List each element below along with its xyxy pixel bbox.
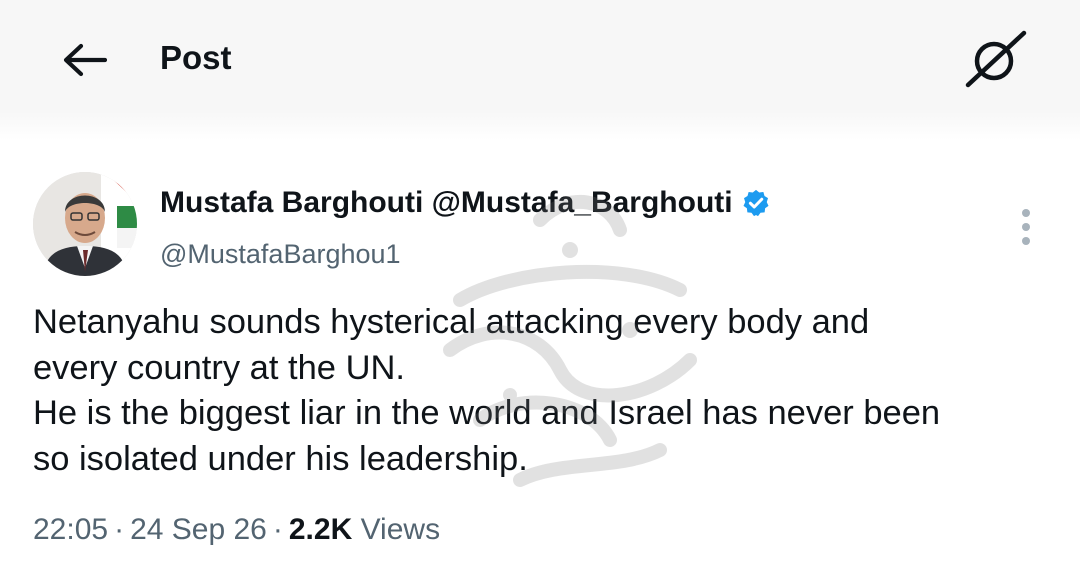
author-name[interactable]: Mustafa Barghouti @Mustafa_Barghouti — [160, 183, 771, 223]
tweet-text-line: He is the biggest liar in the world and … — [33, 394, 941, 432]
author-handle[interactable]: @MustafaBarghou1 — [160, 236, 401, 272]
page-title: Post — [160, 39, 232, 76]
views-count[interactable]: 2.2K — [289, 513, 352, 546]
tweet-text: Netanyahu sounds hysterical attacking ev… — [33, 300, 1053, 482]
more-vertical-icon — [1022, 209, 1030, 245]
avatar-photo — [33, 172, 137, 276]
views-label: Views — [360, 513, 441, 546]
separator-dot: · — [114, 513, 125, 546]
avatar[interactable] — [33, 172, 137, 276]
back-button[interactable] — [58, 38, 110, 82]
grok-icon — [965, 30, 1027, 88]
verified-badge-icon — [741, 188, 771, 218]
tweet-text-line: Netanyahu sounds hysterical attacking ev… — [33, 303, 870, 341]
tweet-text-line: so isolated under his leadership. — [33, 439, 528, 478]
more-options-button[interactable] — [1006, 203, 1046, 251]
top-bar: Post — [0, 0, 1080, 140]
tweet-text-line: every country at the UN. — [33, 348, 405, 387]
author-display-name[interactable]: Mustafa Barghouti @Mustafa_Barghouti — [160, 183, 733, 223]
tweet-date[interactable]: 24 Sep 26 — [130, 513, 267, 546]
arrow-left-icon — [63, 43, 107, 77]
grok-button[interactable] — [962, 28, 1030, 90]
tweet-meta: 22:05 · 24 Sep 26 · 2.2K Views — [33, 509, 440, 551]
separator-dot: · — [272, 513, 283, 546]
tweet-time[interactable]: 22:05 — [33, 513, 108, 546]
